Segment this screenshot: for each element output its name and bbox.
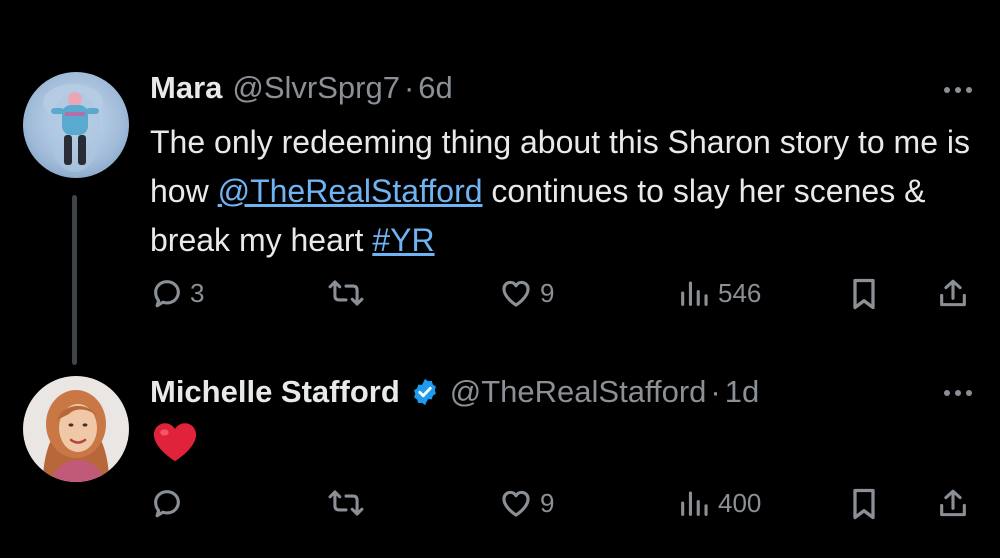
action-bar: 3 9 546 [150, 276, 980, 316]
separator-dot: · [710, 374, 721, 409]
bookmark-button[interactable] [848, 486, 880, 522]
verified-badge-icon[interactable] [410, 377, 440, 407]
repost-button[interactable] [328, 276, 370, 310]
share-button[interactable] [936, 486, 970, 522]
bookmark-icon [853, 278, 875, 310]
avatar-mara-image [23, 72, 129, 178]
share-icon [940, 489, 966, 517]
tweet-header: Michelle Stafford @TheRealStafford · 1d [150, 374, 759, 410]
like-button[interactable]: 9 [498, 276, 554, 310]
mention-link[interactable]: @TheRealStafford [218, 173, 483, 209]
views-button[interactable]: 546 [676, 276, 761, 310]
bookmark-icon [853, 488, 875, 520]
like-count: 9 [540, 487, 555, 518]
avatar-michelle-image [23, 376, 129, 482]
avatar-mara[interactable] [23, 72, 129, 178]
avatar-michelle-stafford[interactable] [23, 376, 129, 482]
share-button[interactable] [936, 276, 970, 312]
repost-icon [328, 490, 364, 516]
repost-button[interactable] [328, 486, 370, 520]
tweet-header: Mara @SlvrSprg7 · 6d [150, 70, 453, 106]
reply-icon [154, 490, 180, 518]
like-icon [502, 280, 530, 307]
timestamp[interactable]: 1d [725, 374, 759, 410]
hashtag-link[interactable]: #YR [372, 222, 434, 258]
author-name[interactable]: Mara [150, 70, 222, 106]
views-count: 546 [718, 277, 762, 308]
thread-connector-line [72, 195, 77, 365]
reply-button[interactable]: 3 [150, 276, 204, 310]
more-options-icon[interactable] [944, 87, 972, 93]
reply-button[interactable] [150, 486, 190, 520]
separator-dot: · [403, 70, 415, 105]
author-name[interactable]: Michelle Stafford [150, 374, 400, 410]
timestamp[interactable]: 6d [418, 70, 452, 106]
like-button[interactable]: 9 [498, 486, 554, 520]
repost-icon [328, 280, 364, 306]
more-options-icon[interactable] [944, 390, 972, 396]
like-count: 9 [540, 277, 555, 308]
views-button[interactable]: 400 [676, 486, 761, 520]
action-bar: 9 400 [150, 486, 980, 526]
red-heart-emoji [153, 423, 197, 462]
share-icon [940, 279, 966, 307]
views-count: 400 [718, 487, 762, 518]
reply-icon [154, 280, 180, 308]
views-icon [681, 281, 708, 306]
like-icon [502, 490, 530, 517]
author-handle[interactable]: @TheRealStafford [450, 374, 707, 410]
tweet-text: The only redeeming thing about this Shar… [150, 118, 980, 265]
views-icon [681, 491, 708, 516]
reply-count: 3 [190, 277, 205, 308]
bookmark-button[interactable] [848, 276, 880, 312]
author-handle[interactable]: @SlvrSprg7 [232, 70, 400, 106]
